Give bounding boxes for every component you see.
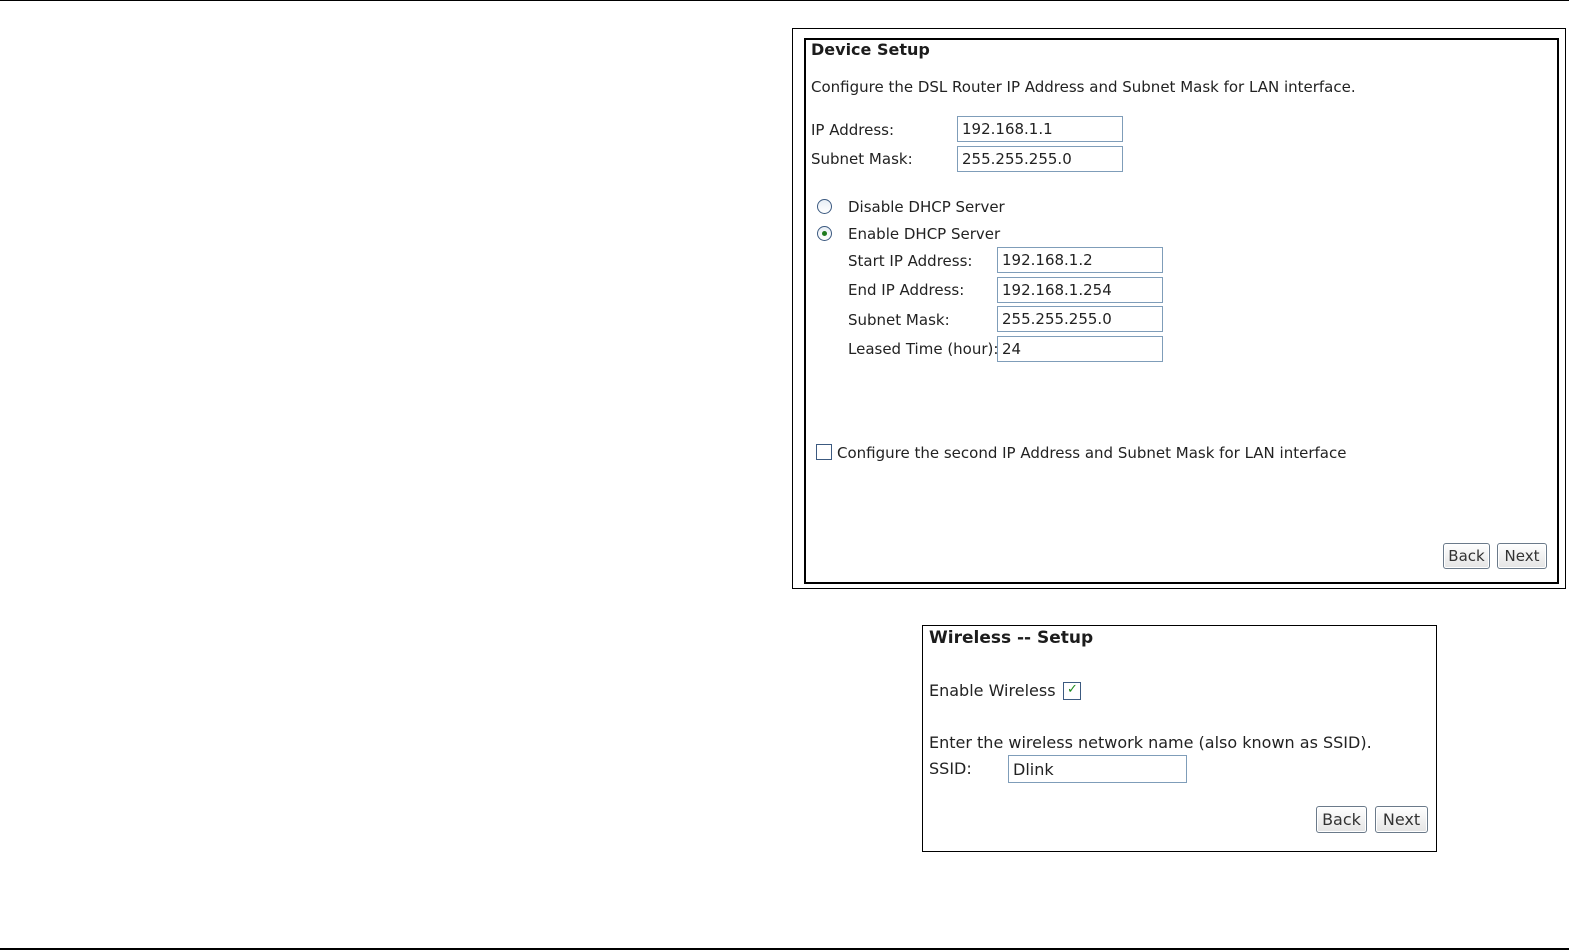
checkmark-icon: ✓ <box>1067 682 1078 697</box>
ssid-label: SSID: <box>929 759 972 778</box>
device-setup-description: Configure the DSL Router IP Address and … <box>811 78 1356 96</box>
ssid-input[interactable] <box>1008 755 1187 783</box>
end-ip-input[interactable] <box>997 277 1163 303</box>
dhcp-subnet-mask-label: Subnet Mask: <box>848 311 950 329</box>
second-ip-checkbox[interactable] <box>816 444 832 460</box>
disable-dhcp-label: Disable DHCP Server <box>848 198 1005 216</box>
wireless-next-button[interactable]: Next <box>1375 806 1428 833</box>
end-ip-label: End IP Address: <box>848 281 965 299</box>
start-ip-input[interactable] <box>997 247 1163 273</box>
device-setup-title: Device Setup <box>811 40 930 59</box>
ip-address-input[interactable] <box>957 116 1123 142</box>
dhcp-subnet-mask-input[interactable] <box>997 306 1163 332</box>
device-setup-back-button[interactable]: Back <box>1443 543 1490 569</box>
ssid-prompt: Enter the wireless network name (also kn… <box>929 733 1372 752</box>
ip-address-label: IP Address: <box>811 121 895 139</box>
enable-dhcp-label: Enable DHCP Server <box>848 225 1001 243</box>
wireless-back-button[interactable]: Back <box>1316 806 1367 833</box>
enable-dhcp-radio[interactable] <box>817 226 832 241</box>
leased-time-input[interactable] <box>997 336 1163 362</box>
wireless-setup-title: Wireless -- Setup <box>929 628 1094 648</box>
device-setup-next-button[interactable]: Next <box>1497 543 1547 569</box>
leased-time-label: Leased Time (hour): <box>848 340 999 358</box>
enable-wireless-label: Enable Wireless <box>929 681 1056 700</box>
bottom-rule <box>0 948 1569 950</box>
radio-selected-icon <box>822 231 827 236</box>
second-ip-label: Configure the second IP Address and Subn… <box>837 444 1347 462</box>
top-rule <box>0 0 1569 1</box>
subnet-mask-label: Subnet Mask: <box>811 150 913 168</box>
disable-dhcp-radio[interactable] <box>817 199 832 214</box>
enable-wireless-checkbox[interactable]: ✓ <box>1063 682 1081 700</box>
subnet-mask-input[interactable] <box>957 146 1123 172</box>
start-ip-label: Start IP Address: <box>848 252 973 270</box>
